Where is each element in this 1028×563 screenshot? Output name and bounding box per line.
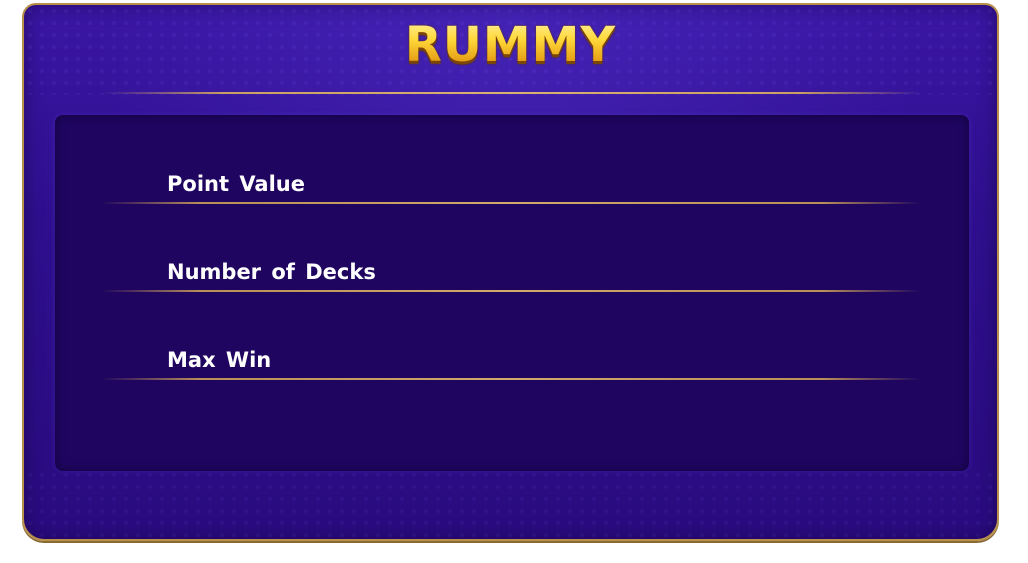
row-divider <box>101 202 921 204</box>
info-row-point-value: Point Value <box>55 172 969 212</box>
title-divider <box>102 92 922 94</box>
info-row-number-of-decks: Number of Decks <box>55 260 969 300</box>
point-value-label: Point Value <box>167 172 305 196</box>
row-divider <box>101 290 921 292</box>
dialog-title: RUMMY <box>24 17 997 73</box>
info-row-max-win: Max Win <box>55 348 969 388</box>
number-of-decks-label: Number of Decks <box>167 260 376 284</box>
max-win-label: Max Win <box>167 348 272 372</box>
info-content-panel: Point Value Number of Decks Max Win <box>55 115 969 471</box>
row-divider <box>101 378 921 380</box>
rummy-info-dialog: RUMMY Point Value Number of Decks Max Wi… <box>22 3 999 541</box>
